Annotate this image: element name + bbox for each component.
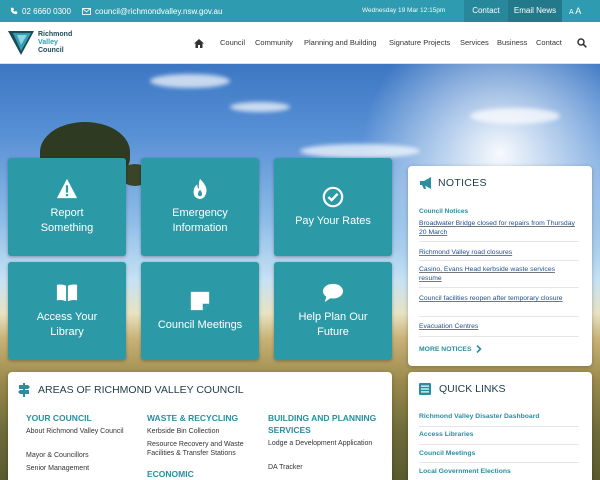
note-icon xyxy=(190,291,210,310)
council-logo[interactable]: Richmond Valley Council xyxy=(8,30,88,58)
font-larger-button[interactable]: A xyxy=(575,6,581,16)
notice-link[interactable]: Casino, Evans Head kerbside waste servic… xyxy=(419,265,579,283)
quick-links-title: QUICK LINKS xyxy=(439,383,506,395)
nav-planning-and-building[interactable]: Planning and Building xyxy=(304,22,377,64)
notice-link[interactable]: Council facilities reopen after temporar… xyxy=(419,294,579,303)
more-notices-label: MORE NOTICES xyxy=(419,345,472,353)
email-link[interactable]: council@richmondvalley.nsw.gov.au xyxy=(82,0,222,22)
tile-label: Emergency Information xyxy=(172,207,228,234)
email-address: council@richmondvalley.nsw.gov.au xyxy=(95,6,223,16)
font-smaller-button[interactable]: A xyxy=(569,9,573,16)
nav-contact[interactable]: Contact xyxy=(536,22,562,64)
nav-signature-projects[interactable]: Signature Projects xyxy=(389,22,450,64)
column-heading[interactable]: WASTE & RECYCLING xyxy=(147,412,257,424)
tile-label: Access Your Library xyxy=(36,311,98,338)
quick-link[interactable]: Local Government Elections xyxy=(419,468,579,475)
list-icon xyxy=(419,383,431,395)
quick-link[interactable]: Council Meetings xyxy=(419,450,579,457)
logo-line-3: Council xyxy=(38,47,64,54)
cloud xyxy=(230,102,290,112)
megaphone-icon xyxy=(420,177,431,189)
area-link[interactable]: Resource Recovery and Waste Facilities &… xyxy=(147,440,259,458)
logo-mark-icon xyxy=(8,31,34,55)
phone-number: 02 6660 0300 xyxy=(22,6,71,16)
notice-link[interactable]: Richmond Valley road closures xyxy=(419,248,579,257)
divider xyxy=(419,287,579,288)
tile-pay-your-rates[interactable]: Pay Your Rates xyxy=(274,158,392,256)
top-bar: 02 6660 0300 council@richmondvalley.nsw.… xyxy=(0,0,600,22)
divider xyxy=(419,260,579,261)
column-heading[interactable]: BUILDING AND PLANNING SERVICES xyxy=(268,412,378,436)
search-button[interactable] xyxy=(577,22,587,64)
divider xyxy=(419,316,579,317)
column-heading[interactable]: ECONOMIC xyxy=(147,468,257,480)
notices-title: NOTICES xyxy=(438,177,487,189)
area-link[interactable]: Mayor & Councillors xyxy=(26,451,126,460)
tile-help-plan-our-future[interactable]: Help Plan Our Future xyxy=(274,262,392,360)
area-link[interactable]: About Richmond Valley Council xyxy=(26,427,126,436)
area-link[interactable]: Kerbside Bin Collection xyxy=(147,427,259,436)
email-news-button[interactable]: Email News xyxy=(508,0,562,22)
areas-title: AREAS OF RICHMOND VALLEY COUNCIL xyxy=(38,384,244,396)
nav-business[interactable]: Business xyxy=(497,22,527,64)
tile-report-something[interactable]: Report Something xyxy=(8,158,126,256)
chat-icon xyxy=(322,283,344,303)
notices-header: NOTICES xyxy=(419,177,487,189)
nav-home[interactable] xyxy=(194,22,204,64)
search-icon xyxy=(577,38,587,48)
divider xyxy=(419,241,579,242)
nav-community[interactable]: Community xyxy=(255,22,293,64)
quick-links-header: QUICK LINKS xyxy=(419,383,506,395)
notice-link[interactable]: Broadwater Bridge closed for repairs fro… xyxy=(419,219,579,237)
cloud xyxy=(150,74,230,88)
divider xyxy=(419,462,579,463)
area-link[interactable]: DA Tracker xyxy=(268,463,378,472)
signpost-icon xyxy=(18,383,30,397)
chevron-right-icon xyxy=(475,345,482,353)
areas-panel: AREAS OF RICHMOND VALLEY COUNCIL YOUR CO… xyxy=(8,372,392,480)
areas-header: AREAS OF RICHMOND VALLEY COUNCIL xyxy=(18,383,244,397)
tile-emergency-information[interactable]: Emergency Information xyxy=(141,158,259,256)
font-size-controls: A A xyxy=(569,0,581,22)
divider xyxy=(419,336,579,337)
area-link[interactable]: Lodge a Development Application xyxy=(268,439,378,448)
warning-icon xyxy=(56,178,78,199)
cloud xyxy=(300,144,420,158)
area-link[interactable]: Senior Management xyxy=(26,464,126,473)
current-date: Wednesday 19 Mar 12:15pm xyxy=(362,7,446,14)
nav-services[interactable]: Services xyxy=(460,22,489,64)
more-notices-link[interactable]: MORE NOTICES xyxy=(419,345,482,353)
home-icon xyxy=(194,38,204,48)
flame-icon xyxy=(193,178,207,200)
check-circle-icon xyxy=(322,186,344,207)
phone-icon xyxy=(10,7,18,15)
logo-line-2: Valley xyxy=(38,39,58,46)
notices-panel: NOTICES Council Notices Broadwater Bridg… xyxy=(408,166,592,366)
column-heading[interactable]: YOUR COUNCIL xyxy=(26,412,126,424)
notices-subheading: Council Notices xyxy=(419,208,469,215)
tile-label: Pay Your Rates xyxy=(295,214,371,227)
phone-link[interactable]: 02 6660 0300 xyxy=(10,0,71,22)
tile-access-your-library[interactable]: Access Your Library xyxy=(8,262,126,360)
quick-links-panel: QUICK LINKS Richmond Valley Disaster Das… xyxy=(408,372,592,480)
contact-button[interactable]: Contact xyxy=(464,0,508,22)
quick-link[interactable]: Access Libraries xyxy=(419,431,579,438)
notice-link[interactable]: Evacuation Centres xyxy=(419,322,579,331)
book-icon xyxy=(56,284,78,302)
cloud xyxy=(470,108,560,124)
mail-icon xyxy=(82,7,91,15)
logo-line-1: Richmond xyxy=(38,31,73,38)
divider xyxy=(419,444,579,445)
tile-label: Report Something xyxy=(40,207,94,234)
nav-council[interactable]: Council xyxy=(220,22,245,64)
divider xyxy=(419,426,579,427)
quick-link[interactable]: Richmond Valley Disaster Dashboard xyxy=(419,413,579,420)
tile-council-meetings[interactable]: Council Meetings xyxy=(141,262,259,360)
tile-label: Help Plan Our Future xyxy=(298,311,368,338)
tile-label: Council Meetings xyxy=(157,318,243,331)
